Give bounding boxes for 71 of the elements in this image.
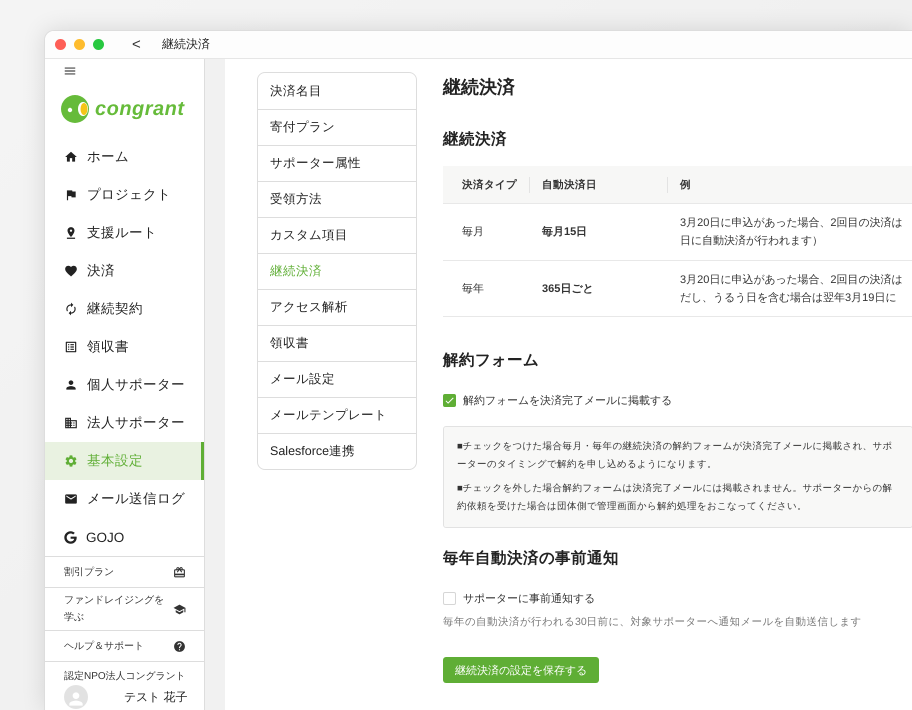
example-text-line: 3月20日に申込があった場合、2回目の決済は [680,216,904,231]
person-icon [64,378,78,392]
gift-icon [173,566,186,578]
graduation-cap-icon [173,602,186,616]
sidebar-item[interactable]: プロジェクト [45,176,204,214]
help-icon [173,640,186,652]
notice-text: ■チェックをつけた場合毎月・毎年の継続決済の解約フォームが決済完了メールに掲載され、サポーターのタイミングで解約を申し込めるようになります。 [457,440,894,472]
section-heading: 継続決済 [443,130,508,150]
pin-icon [64,226,78,240]
page-title: 継続決済 [443,76,516,99]
flag-icon [64,188,78,202]
sidebar-item[interactable]: メール送信ログ [45,480,204,518]
checkbox[interactable] [443,394,456,406]
sidebar-item[interactable]: 領収書 [45,328,204,366]
settings-icon [64,454,78,468]
column-header: 例 [680,178,692,192]
sidebar-item[interactable]: 支援ルート [45,214,204,252]
sidebar-link[interactable]: 割引プラン [45,556,204,587]
section-heading: 解約フォーム [443,351,540,371]
section-heading: 毎年自動決済の事前通知 [443,548,620,569]
settings-menu-item[interactable]: 寄付プラン [258,109,416,145]
example-text-line: だし、うるう日を含む場合は翌年3月19日に [680,290,898,306]
close-icon[interactable] [55,39,66,50]
settings-menu-item[interactable]: Salesforce連携 [258,433,416,469]
building-icon [64,416,78,430]
sidebar-item[interactable]: 法人サポーター [45,404,204,442]
sidebar-item[interactable]: ホーム [45,138,204,176]
checkbox-label: 解約フォームを決済完了メールに掲載する [463,394,672,408]
link-label: ファンドレイジングを学ぶ [64,594,164,625]
table-cell-text: 365日ごと [542,282,594,296]
column-header: 自動決済日 [542,178,598,192]
list-icon [64,340,78,354]
link-label: 割引プラン [64,566,114,580]
column-header: 決済タイプ [462,178,518,192]
example-text-line: 日に自動決済が行われます） [680,234,824,249]
link-label: ヘルプ＆サポート [64,640,144,654]
window-title: 継続決済 [162,36,210,53]
sidebar-item[interactable]: 決済 [45,252,204,290]
heart-icon [64,264,78,278]
sidebar-item[interactable]: 継続契約 [45,290,204,328]
settings-menu-item[interactable]: カスタム項目 [258,217,416,253]
minimize-icon[interactable] [74,39,85,50]
settings-menu-item[interactable]: メール設定 [258,361,416,397]
sidebar-link[interactable]: ヘルプ＆サポート [45,630,204,661]
table-cell-text: 毎年 [462,282,485,296]
logo-text: congrant [95,98,185,120]
back-button[interactable]: < [132,36,148,54]
example-text-line: 3月20日に申込があった場合、2回目の決済は [680,272,904,288]
maximize-icon[interactable] [93,39,104,50]
sidebar-item[interactable]: GOJO [45,518,204,556]
settings-menu-item[interactable]: メールテンプレート [258,397,416,433]
settings-menu-item[interactable]: 受領方法 [258,181,416,217]
refresh-icon [64,302,78,316]
settings-menu-item[interactable]: 領収書 [258,325,416,361]
checkbox[interactable] [443,592,456,604]
settings-menu-item[interactable]: アクセス解析 [258,289,416,325]
table-cell-text: 毎月 [462,225,485,240]
settings-menu-item[interactable]: サポーター属性 [258,145,416,181]
google-icon [64,530,77,544]
checkbox-label: サポーターに事前通知する [463,592,595,606]
home-icon [64,150,78,164]
settings-menu-item[interactable]: 決済名目 [258,73,416,109]
table-cell-text: 毎月15日 [542,225,588,240]
description-text: 毎年の自動決済が行われる30日前に、対象サポーターへ通知メールを自動送信します [443,615,863,630]
notice-text: ■チェックを外した場合解約フォームは決済完了メールには掲載されません。サポーターからの解約依頼を受けた場合は団体側で管理画面から解約処理をおこなってください。 [457,482,894,514]
mail-icon [64,492,78,506]
sidebar-link[interactable]: ファンドレイジングを学ぶ [45,587,204,630]
organization-name: 認定NPO法人コングラント [64,670,187,683]
user-name: テスト 花子 [124,688,188,706]
sidebar-item[interactable]: 個人サポーター [45,366,204,404]
logo-icon [61,94,91,124]
